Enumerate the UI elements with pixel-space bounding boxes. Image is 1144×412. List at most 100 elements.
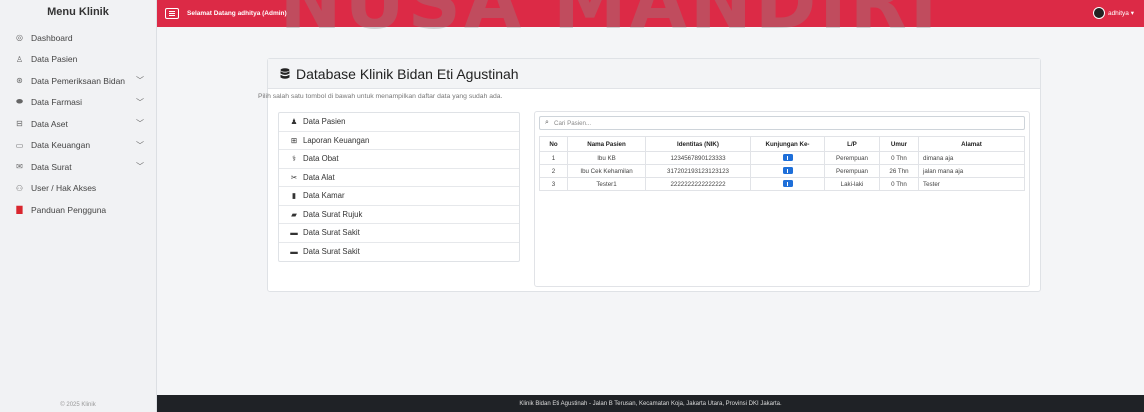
column-header[interactable]: Kunjungan Ke-	[750, 136, 825, 152]
cell-no: 2	[539, 164, 568, 178]
button-label: Data Alat	[303, 172, 335, 182]
caret-down-icon: ▾	[1128, 10, 1134, 17]
button-label: Data Surat Sakit	[303, 247, 360, 257]
sidebar-item-panduan-pengguna[interactable]: ▇ Panduan Pengguna	[0, 199, 156, 221]
cell-nik: 2222222222222222	[645, 177, 751, 191]
sidebar-item-label: User / Hak Akses	[31, 183, 97, 194]
table-row[interactable]: 3 Tester1 2222222222222222 Laki-laki 0 Thn Te…	[539, 177, 1025, 191]
cell-lp: Perempuan	[824, 164, 880, 178]
chevron-down-icon: ﹀	[136, 162, 144, 172]
dashboard-icon: ◎	[16, 33, 23, 43]
button-laporan-keuangan[interactable]: ⊞ Laporan Keuangan	[279, 132, 519, 150]
sidebar-item-label: Data Keuangan	[31, 140, 91, 151]
column-header[interactable]: Nama Pasien	[567, 136, 646, 152]
wallet-icon: ▭	[15, 140, 24, 150]
sidebar-item-label: Data Surat	[31, 161, 72, 172]
sidebar-item-data-pemeriksaan-bidan[interactable]: ⊛ Data Pemeriksaan Bidan ﹀	[0, 70, 156, 92]
cell-lp: Laki-laki	[824, 177, 880, 191]
mail-icon: ✉	[16, 162, 23, 172]
cell-alamat: Tester	[918, 177, 1025, 191]
cell-nama: Ibu Cek Kehamilan	[567, 164, 646, 178]
welcome-text: Selamat Datang adhitya (Admin)	[187, 10, 287, 17]
column-header[interactable]: Alamat	[918, 136, 1025, 152]
table-row[interactable]: 1 Ibu KB 1234567890123333 Perempuan 0 Thn dim…	[539, 151, 1025, 165]
visit-count-badge[interactable]	[782, 167, 793, 175]
column-header[interactable]: No	[539, 136, 568, 152]
envelope-icon: ▬	[290, 228, 298, 238]
patient-table-panel: ⌕ NoNama PasienIdentitas (NIK)Kunjungan …	[534, 111, 1030, 287]
sidebar: Menu Klinik ◎ Dashboard ♙ Data Pasien ⊛ Data …	[0, 0, 157, 412]
cell-lp: Perempuan	[824, 151, 880, 165]
hamburger-icon	[169, 11, 175, 12]
chevron-down-icon: ﹀	[136, 140, 144, 150]
column-header[interactable]: Umur	[879, 136, 919, 152]
avatar	[1092, 7, 1105, 19]
sidebar-item-data-pasien[interactable]: ♙ Data Pasien	[0, 49, 156, 71]
sidebar-item-data-aset[interactable]: ⊟ Data Aset ﹀	[0, 113, 156, 135]
user-menu[interactable]: adhitya ▾	[1092, 7, 1134, 19]
button-label: Laporan Keuangan	[303, 135, 370, 145]
button-label: Data Surat Sakit	[303, 228, 360, 238]
sidebar-item-user-hak-akses[interactable]: ⚇ User / Hak Akses	[0, 178, 156, 200]
tools-icon: ✂	[290, 172, 298, 182]
sidebar-toggle-button[interactable]	[165, 8, 179, 19]
button-label: Data Surat Rujuk	[303, 209, 363, 219]
cell-nik: 3172021931231231​23	[645, 164, 751, 178]
cell-umur: 0 Thn	[879, 151, 919, 165]
chevron-down-icon: ﹀	[136, 76, 144, 86]
sidebar-item-data-farmasi[interactable]: ⬬ Data Farmasi ﹀	[0, 92, 156, 114]
chevron-down-icon: ﹀	[136, 97, 144, 107]
sidebar-item-data-keuangan[interactable]: ▭ Data Keuangan ﹀	[0, 135, 156, 157]
sidebar-item-label: Data Aset	[31, 118, 68, 129]
database-icon	[280, 67, 290, 79]
table-header-row: No Nama Pasien Identitas (NIK) Kunjungan Ke…	[539, 136, 1025, 152]
visit-count-badge[interactable]	[782, 180, 793, 188]
visit-cell	[750, 177, 825, 191]
sidebar-brand: Menu Klinik	[47, 6, 109, 18]
user-icon: ♙	[15, 54, 24, 64]
asset-icon: ⊟	[16, 119, 23, 129]
visit-cell	[750, 151, 825, 165]
button-data-surat-sakit-2[interactable]: ▬ Data Surat Sakit	[279, 243, 519, 262]
cell-alamat: jalan mana aja	[918, 164, 1025, 178]
stethoscope-icon: ⊛	[16, 76, 23, 86]
column-header[interactable]: Identitas (NIK)	[645, 136, 751, 152]
patient-table: No Nama Pasien Identitas (NIK) Kunjungan Ke…	[539, 136, 1025, 191]
sidebar-menu: ◎ Dashboard ♙ Data Pasien ⊛ Data Pemeriksaan …	[0, 27, 156, 221]
app-root: Menu Klinik ◎ Dashboard ♙ Data Pasien ⊛ Data …	[0, 0, 1144, 412]
database-card: Database Klinik Bidan Eti Agustinah Pili…	[258, 58, 1041, 292]
users-icon: ⚇	[15, 183, 24, 193]
sidebar-item-label: Data Pemeriksaan Bidan	[31, 75, 126, 86]
cell-nama: Ibu KB	[567, 151, 646, 165]
topbar: Selamat Datang adhitya (Admin) adhitya ▾	[157, 0, 1144, 27]
visit-cell	[750, 164, 825, 178]
sidebar-item-dashboard[interactable]: ◎ Dashboard	[0, 27, 156, 49]
sidebar-item-label: Data Farmasi	[31, 97, 83, 108]
search-input[interactable]	[554, 119, 1014, 127]
sidebar-copyright: © 2025 Klinik	[60, 402, 96, 408]
person-icon: ♟	[290, 117, 298, 127]
visit-count-badge[interactable]	[782, 154, 793, 162]
sidebar-item-data-surat[interactable]: ✉ Data Surat ﹀	[0, 156, 156, 178]
page-subtitle: Pilih salah satu tombol di bawah untuk m…	[258, 93, 503, 100]
search-icon: ⌕	[545, 119, 549, 126]
button-data-pasien[interactable]: ♟ Data Pasien	[279, 113, 519, 132]
page-title: Database Klinik Bidan Eti Agustinah	[296, 65, 519, 82]
sidebar-item-label: Dashboard	[31, 32, 73, 43]
button-data-obat[interactable]: ⚕ Data Obat	[279, 150, 519, 169]
sidebar-item-label: Data Pasien	[31, 54, 78, 65]
button-data-surat-sakit[interactable]: ▬ Data Surat Sakit	[279, 224, 519, 243]
button-data-alat[interactable]: ✂ Data Alat	[279, 169, 519, 187]
button-label: Data Kamar	[303, 191, 345, 201]
cell-no: 1	[539, 151, 568, 165]
button-data-surat-rujuk[interactable]: ▰ Data Surat Rujuk	[279, 206, 519, 224]
username: adhitya	[1107, 9, 1129, 17]
button-data-kamar[interactable]: ▮ Data Kamar	[279, 187, 519, 206]
chevron-down-icon: ﹀	[136, 119, 144, 129]
cell-alamat: dimana aja	[918, 151, 1025, 165]
search-box: ⌕	[539, 116, 1025, 130]
cell-umur: 26 Thn	[879, 164, 919, 178]
pill-icon: ⬬	[16, 97, 23, 107]
table-row[interactable]: 2 Ibu Cek Kehamilan 3172021931231231​23 Per…	[539, 164, 1025, 178]
column-header[interactable]: L/P	[824, 136, 880, 152]
